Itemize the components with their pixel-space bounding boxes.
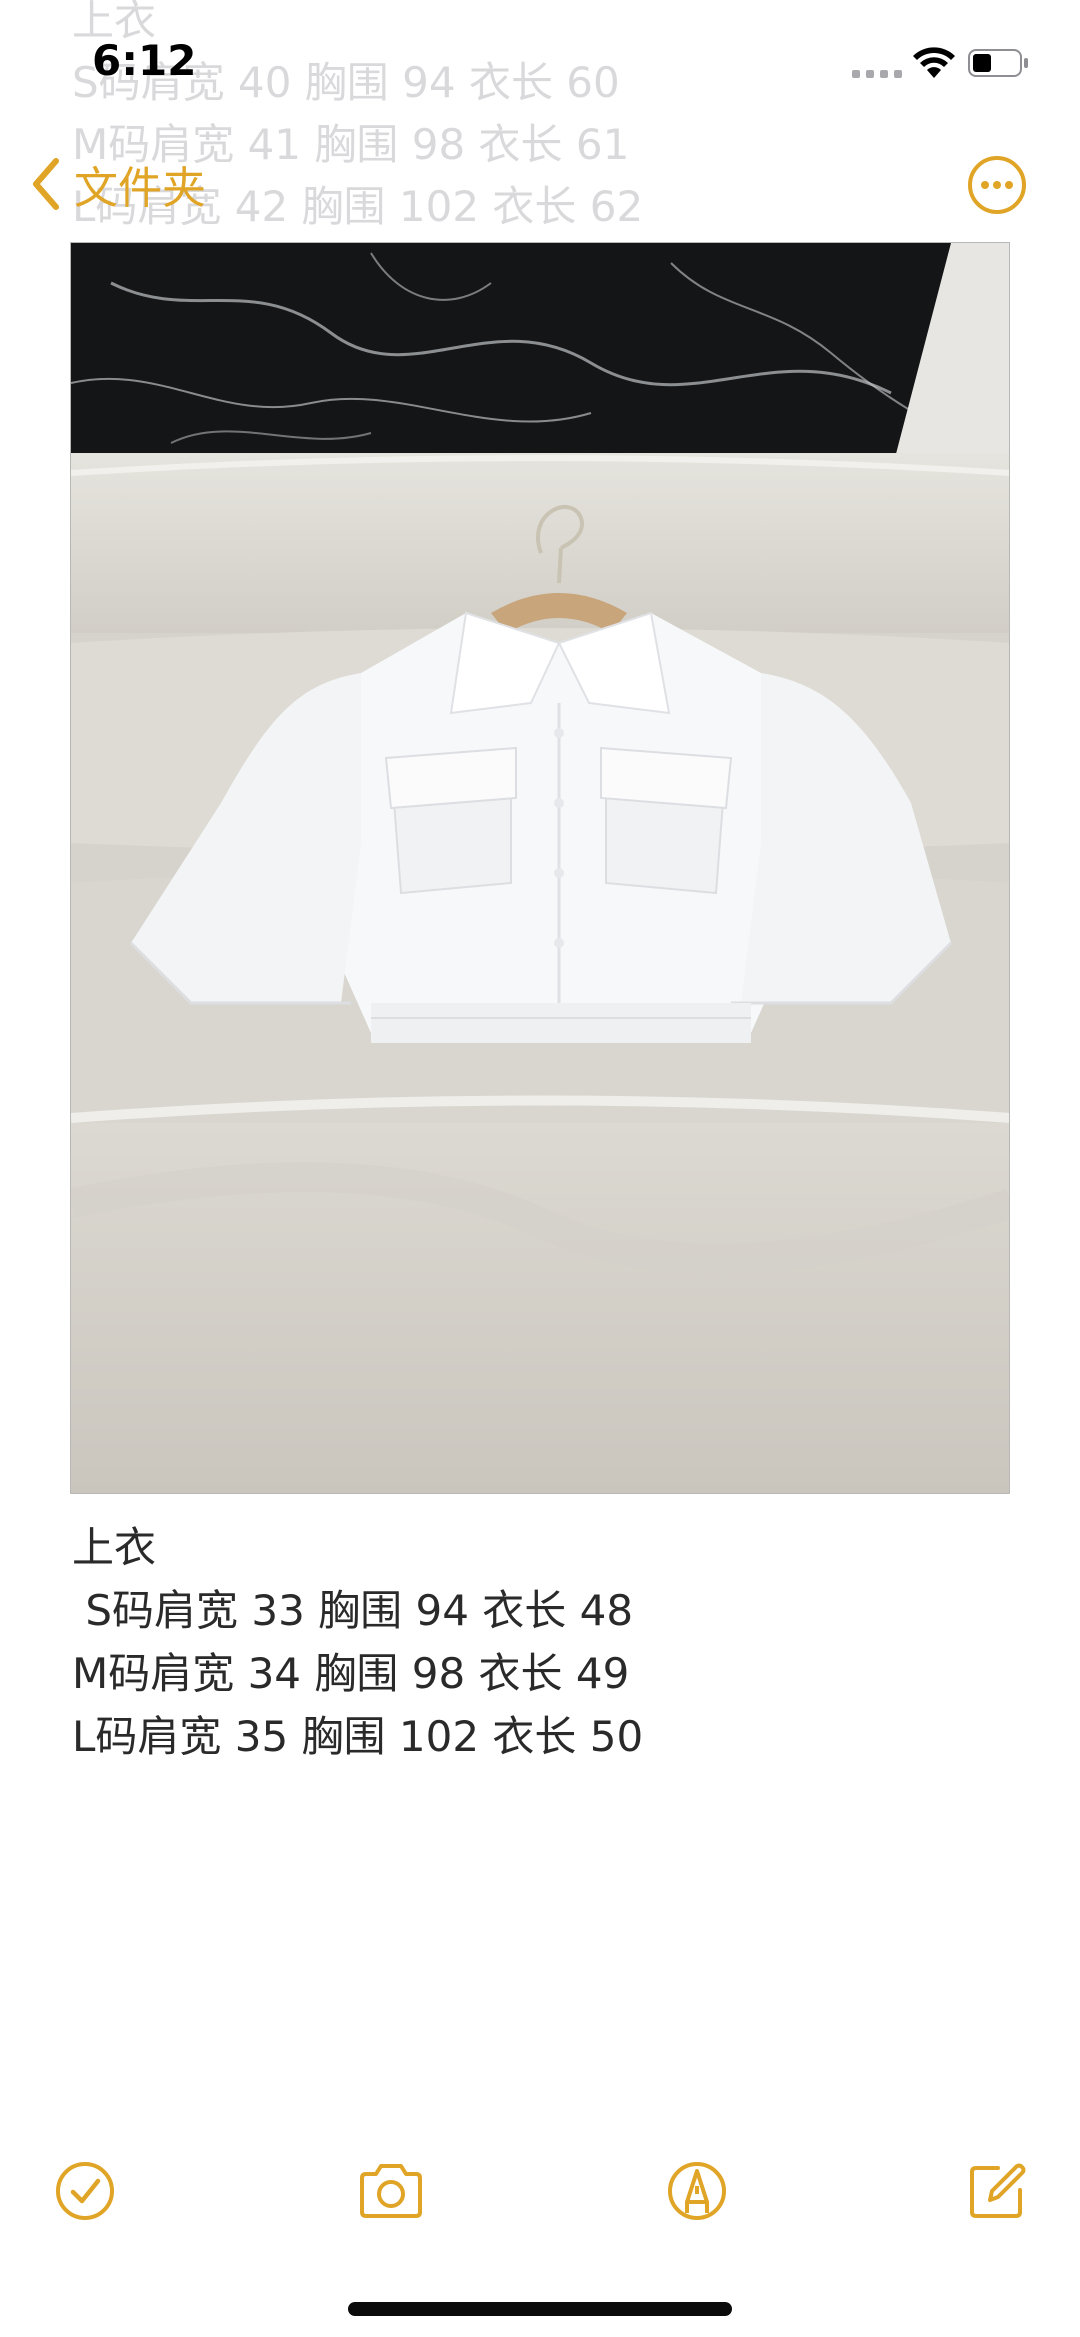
- note-line-size-m: M码肩宽 34 胸围 98 衣长 49: [72, 1649, 630, 1698]
- home-indicator[interactable]: [348, 2302, 732, 2316]
- shirt-photo-illustration: [71, 243, 1009, 1493]
- checklist-icon[interactable]: [52, 2158, 118, 2224]
- note-line-size-s: S码肩宽 33 胸围 94 衣长 48: [72, 1586, 634, 1635]
- note-photo[interactable]: [70, 242, 1010, 1494]
- compose-icon[interactable]: [964, 2158, 1030, 2224]
- status-bar: 6:12: [0, 0, 1080, 130]
- status-time: 6:12: [92, 36, 197, 85]
- ellipsis-circle-icon[interactable]: [966, 154, 1028, 216]
- chevron-left-icon: [33, 158, 59, 210]
- camera-icon[interactable]: [356, 2158, 426, 2224]
- markup-pen-icon[interactable]: [664, 2158, 730, 2224]
- signal-dots-icon: [852, 70, 902, 78]
- note-body[interactable]: 上衣 S码肩宽 33 胸围 94 衣长 48 M码肩宽 34 胸围 98 衣长 …: [72, 1516, 643, 1768]
- wifi-icon: [913, 47, 955, 78]
- battery-icon: [968, 49, 1028, 77]
- back-button[interactable]: 文件夹: [30, 152, 206, 216]
- bottom-toolbar: [0, 2150, 1080, 2230]
- note-line-title: 上衣: [72, 1523, 157, 1572]
- back-label: 文件夹: [74, 163, 206, 214]
- note-line-size-l: L码肩宽 35 胸围 102 衣长 50: [72, 1712, 644, 1761]
- navigation-bar: 文件夹: [0, 140, 1080, 230]
